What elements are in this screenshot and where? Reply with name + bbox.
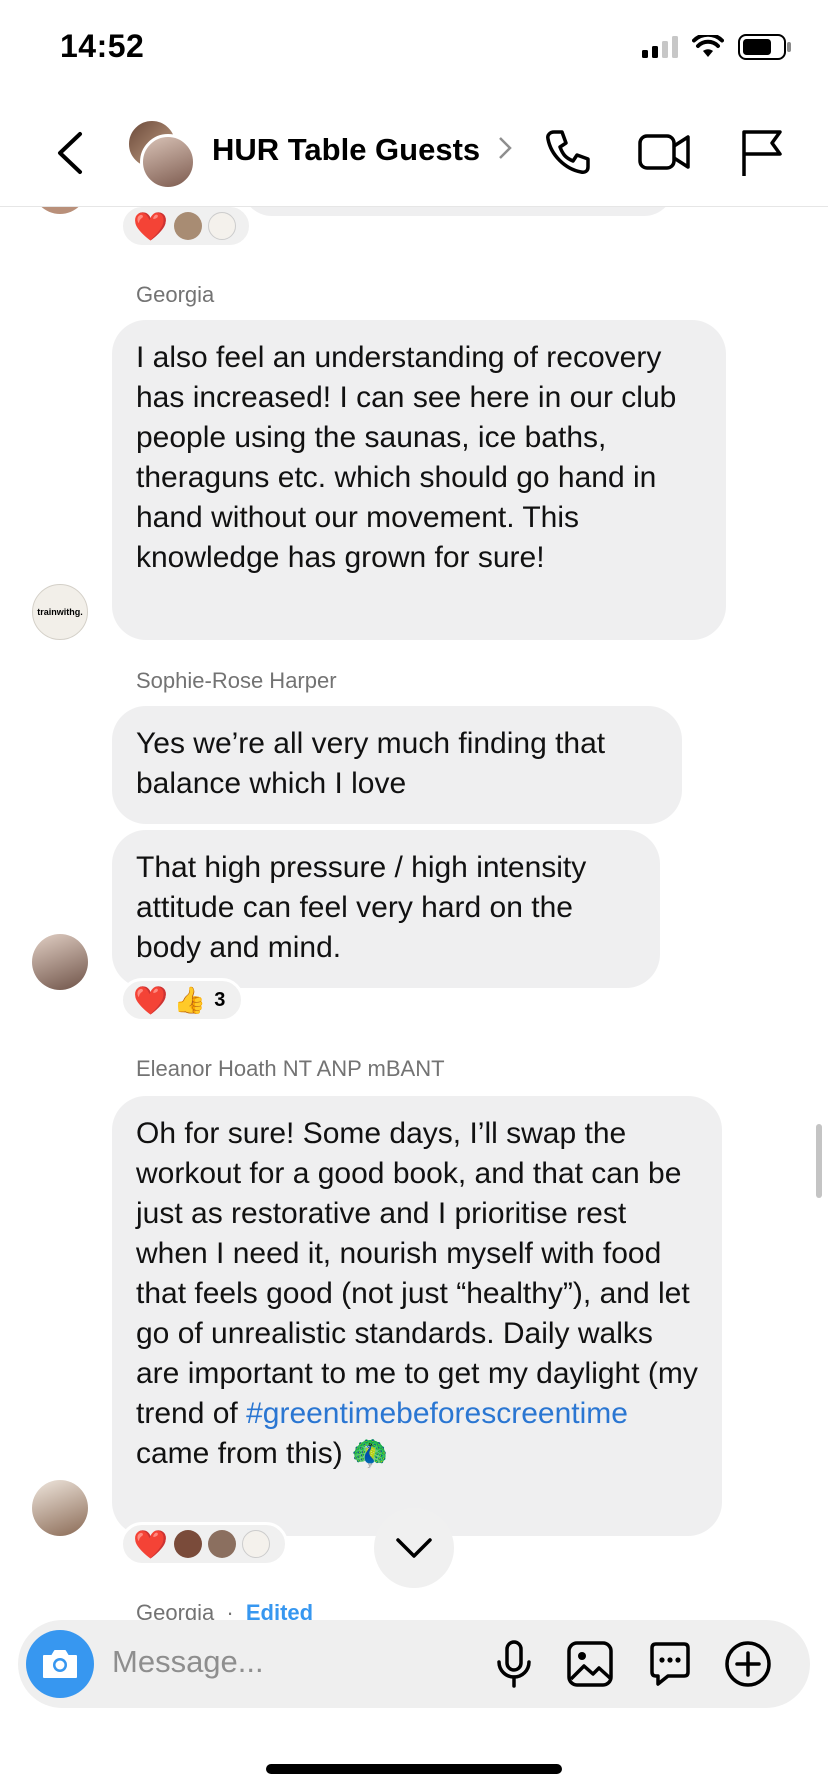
back-icon <box>58 132 82 174</box>
report-button[interactable] <box>734 124 790 180</box>
message-bubble[interactable]: That high pressure / high intensity atti… <box>112 830 660 988</box>
sender-name: Sophie-Rose Harper <box>136 668 337 693</box>
reactor-avatar <box>173 212 202 240</box>
flag-icon <box>742 130 782 176</box>
heart-reaction: ❤️ <box>133 210 168 242</box>
video-icon <box>638 134 690 170</box>
more-options-button[interactable] <box>722 1638 774 1690</box>
status-time: 14:52 <box>60 28 145 64</box>
home-indicator <box>266 1764 562 1774</box>
avatar <box>32 934 88 990</box>
voice-message-button[interactable] <box>488 1638 540 1690</box>
battery-icon <box>738 34 791 60</box>
reactor-avatar <box>207 212 236 240</box>
reaction-bar[interactable]: ❤️ <box>120 204 252 248</box>
group-avatar[interactable] <box>126 118 196 190</box>
status-icons <box>642 34 792 60</box>
message-bubble[interactable]: Yes we’re all very much finding that bal… <box>112 706 682 824</box>
back-button[interactable] <box>50 128 90 178</box>
message-text: I also feel an understanding of recovery… <box>136 341 677 574</box>
reaction-bar[interactable]: ❤️ 👍 3 <box>120 978 244 1022</box>
scrollbar[interactable] <box>816 1124 822 1198</box>
reaction-bar[interactable]: ❤️ <box>120 1522 288 1566</box>
reactor-avatar <box>241 1530 270 1558</box>
plus-icon <box>725 1641 771 1687</box>
sticker-icon <box>650 1642 690 1686</box>
wifi-icon <box>692 35 724 57</box>
heart-reaction: ❤️ <box>133 1528 168 1560</box>
message-text: came from this) 🦚 <box>136 1437 389 1470</box>
scroll-to-bottom-button[interactable] <box>374 1508 454 1588</box>
audio-call-button[interactable] <box>540 124 596 180</box>
sender-name: Eleanor Hoath NT ANP mBANT <box>136 1056 445 1081</box>
message-bubble[interactable]: I also feel an understanding of recovery… <box>112 320 726 640</box>
avatar <box>32 1480 88 1536</box>
signal-icon <box>642 36 678 58</box>
chevron-right-icon <box>498 136 512 167</box>
sticker-button[interactable] <box>644 1638 696 1690</box>
chat-header: HUR Table Guests <box>0 100 828 207</box>
mic-icon <box>497 1640 531 1688</box>
chevron-down-icon <box>396 1538 432 1558</box>
avatar: trainwithg. <box>32 584 88 640</box>
message-text: Oh for sure! Some days, I’ll swap the wo… <box>136 1117 698 1430</box>
reaction-count: 3 <box>214 988 226 1011</box>
gallery-icon <box>567 1641 613 1687</box>
thumbs-up-reaction: 👍 <box>173 984 207 1015</box>
phone-icon <box>546 130 590 174</box>
sender-name: Georgia <box>136 282 215 307</box>
camera-button[interactable] <box>26 1630 94 1698</box>
message-input[interactable]: Message... <box>112 1644 264 1680</box>
camera-icon <box>43 1650 77 1678</box>
message-bubble[interactable]: Oh for sure! Some days, I’ll swap the wo… <box>112 1096 722 1536</box>
chat-title[interactable]: HUR Table Guests <box>212 132 480 168</box>
gallery-button[interactable] <box>564 1638 616 1690</box>
message-composer: Message... <box>18 1620 810 1708</box>
reactor-avatar <box>173 1530 202 1558</box>
hashtag-link[interactable]: #greentimebeforescreentime <box>246 1397 628 1430</box>
reactor-avatar <box>207 1530 236 1558</box>
message-text: That high pressure / high intensity atti… <box>136 851 587 964</box>
message-text: Yes we’re all very much finding that bal… <box>136 727 606 800</box>
group-avatar-2 <box>140 134 196 190</box>
avatar-logo-text: trainwithg. <box>37 607 83 617</box>
video-call-button[interactable] <box>636 124 692 180</box>
heart-reaction: ❤️ <box>133 984 168 1016</box>
